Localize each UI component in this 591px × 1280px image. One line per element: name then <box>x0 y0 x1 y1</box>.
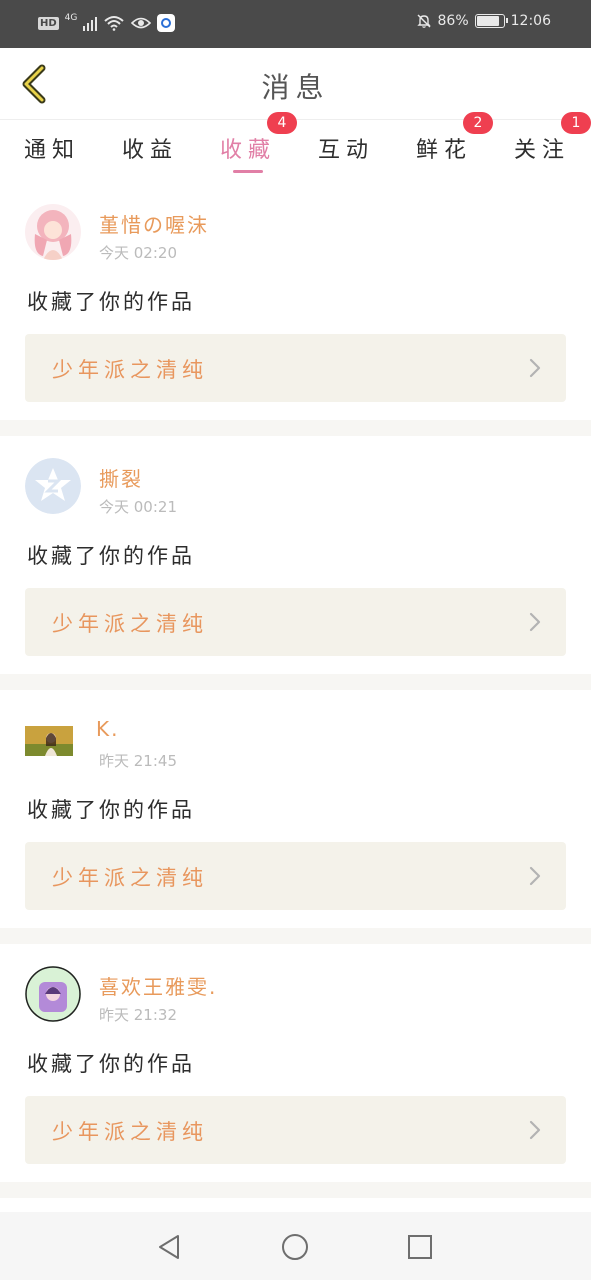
badge-favorites: 4 <box>267 112 297 134</box>
page-title: 消息 <box>261 71 330 104</box>
action-text: 收藏了你的作品 <box>27 544 195 568</box>
badge-flowers: 2 <box>463 112 493 134</box>
timestamp: 今天 00:21 <box>99 498 177 516</box>
username[interactable]: 撕裂 <box>99 463 143 492</box>
action-text: 收藏了你的作品 <box>27 798 195 822</box>
signal-icon <box>83 15 98 31</box>
list-item: 喜欢王雅雯. 昨天 21:32 收藏了你的作品 少年派之清纯 <box>0 944 591 1182</box>
tab-label: 鲜花 <box>415 138 472 163</box>
tab-label: 收藏 <box>219 138 276 163</box>
clock: 12:06 <box>510 13 551 29</box>
tab-bar: 通知 收益 收藏 互动 鲜花 关注 <box>0 120 591 182</box>
work-link[interactable]: 少年派之清纯 <box>25 334 566 402</box>
status-right: 86% 12:06 <box>416 13 551 29</box>
app-icon <box>157 14 176 32</box>
nav-recents-button[interactable] <box>403 1230 437 1264</box>
work-link[interactable]: 少年派之清纯 <box>25 842 566 910</box>
list-item-partial <box>0 1198 591 1212</box>
timestamp: 今天 02:20 <box>99 244 177 262</box>
username[interactable]: 喜欢王雅雯. <box>99 971 217 1000</box>
chevron-right-icon <box>529 612 541 632</box>
network-type: 4G <box>64 13 78 23</box>
avatar[interactable] <box>25 966 81 1022</box>
username[interactable]: 堇惜の喔沫 <box>99 209 209 238</box>
hd-indicator: HD <box>38 16 59 30</box>
tab-label: 收益 <box>121 138 178 163</box>
work-title: 少年派之清纯 <box>52 866 208 890</box>
back-triangle-icon <box>159 1235 179 1259</box>
timestamp: 昨天 21:45 <box>99 752 177 770</box>
tab-label: 互动 <box>317 138 374 163</box>
tab-interactions[interactable]: 互动 <box>306 132 386 164</box>
timestamp: 昨天 21:32 <box>99 1006 177 1024</box>
avatar[interactable] <box>25 204 81 260</box>
battery-icon <box>474 14 508 28</box>
action-text: 收藏了你的作品 <box>27 290 195 314</box>
tab-earnings[interactable]: 收益 <box>110 132 190 164</box>
tab-flowers[interactable]: 鲜花 <box>404 132 484 164</box>
work-link[interactable]: 少年派之清纯 <box>25 1096 566 1164</box>
badge-following: 1 <box>561 112 591 134</box>
mute-icon <box>416 14 431 28</box>
chevron-right-icon <box>529 358 541 378</box>
nav-back-button[interactable] <box>152 1230 186 1264</box>
header: 消息 <box>0 48 591 120</box>
wifi-icon <box>104 16 125 31</box>
avatar[interactable] <box>25 726 73 756</box>
home-circle-icon <box>282 1234 308 1260</box>
list-item: 堇惜の喔沫 今天 02:20 收藏了你的作品 少年派之清纯 <box>0 182 591 420</box>
chevron-right-icon <box>529 1120 541 1140</box>
work-title: 少年派之清纯 <box>52 1120 208 1144</box>
list-item: K. 昨天 21:45 收藏了你的作品 少年派之清纯 <box>0 690 591 928</box>
work-title: 少年派之清纯 <box>52 612 208 636</box>
tab-notifications[interactable]: 通知 <box>12 132 92 164</box>
work-title: 少年派之清纯 <box>52 358 208 382</box>
tab-label: 通知 <box>23 138 80 163</box>
tab-label: 关注 <box>513 138 570 163</box>
work-link[interactable]: 少年派之清纯 <box>25 588 566 656</box>
list-item: 撕裂 今天 00:21 收藏了你的作品 少年派之清纯 <box>0 436 591 674</box>
tab-favorites[interactable]: 收藏 <box>208 132 288 173</box>
username[interactable]: K. <box>96 717 119 741</box>
status-bar: HD 4G 86% 12:06 <box>0 0 591 48</box>
eye-icon <box>131 17 152 29</box>
recents-square-icon <box>408 1235 432 1259</box>
chevron-right-icon <box>529 866 541 886</box>
status-left: HD 4G <box>38 13 176 32</box>
active-tab-indicator <box>233 170 263 173</box>
system-nav-bar <box>0 1212 591 1280</box>
nav-home-button[interactable] <box>278 1230 312 1264</box>
avatar[interactable] <box>25 458 81 514</box>
action-text: 收藏了你的作品 <box>27 1052 195 1076</box>
battery-percent: 86% <box>437 13 469 29</box>
tab-following[interactable]: 关注 <box>502 132 582 164</box>
